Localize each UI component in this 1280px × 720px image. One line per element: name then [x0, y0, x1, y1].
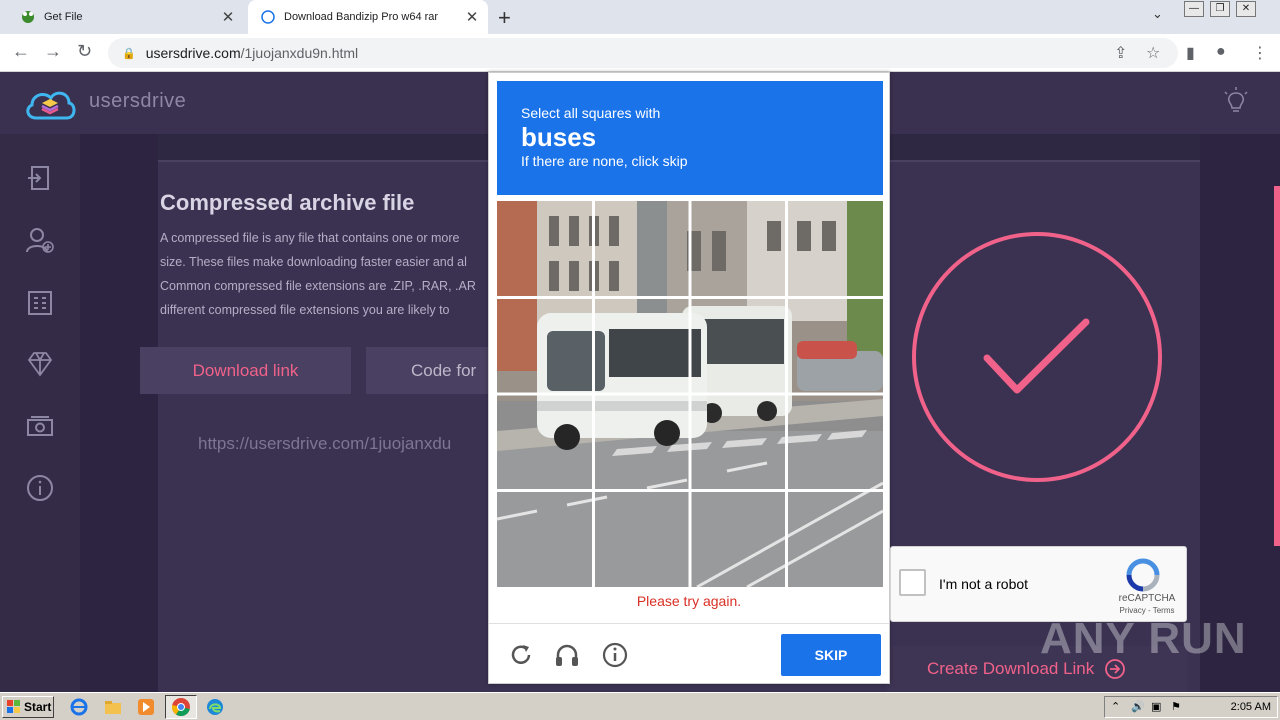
close-window-button[interactable]: ✕ — [1236, 1, 1256, 17]
profile-icon[interactable]: ● — [1216, 43, 1226, 61]
captcha-hint-text: If there are none, click skip — [521, 153, 688, 169]
restore-button[interactable]: ❐ — [1210, 1, 1230, 17]
money-icon[interactable] — [26, 412, 54, 440]
lightbulb-icon[interactable] — [1222, 87, 1250, 117]
clock[interactable]: 2:05 AM — [1231, 701, 1271, 713]
add-user-icon[interactable] — [26, 226, 54, 254]
recaptcha-widget: I'm not a robot reCAPTCHA Privacy - Term… — [890, 546, 1187, 622]
diamond-icon[interactable] — [26, 350, 54, 378]
captcha-footer: SKIP — [489, 623, 889, 684]
chevron-down-icon[interactable]: ⌄ — [1152, 6, 1163, 22]
windows-flag-icon — [7, 700, 20, 713]
link-url-text[interactable]: https://usersdrive.com/1juojanxdu — [198, 434, 451, 454]
folder-icon[interactable] — [104, 698, 122, 716]
captcha-instruction-text: Select all squares with — [521, 105, 661, 121]
lock-icon: 🔒 — [122, 47, 136, 60]
headphones-icon[interactable] — [553, 641, 581, 669]
star-icon[interactable]: ☆ — [1146, 43, 1160, 63]
chrome-taskbar-button[interactable] — [165, 695, 197, 719]
reload-icon[interactable] — [507, 641, 535, 669]
system-tray: ⌃ 🔊 ▣ ⚑ 2:05 AM — [1104, 696, 1278, 718]
captcha-image-grid[interactable] — [497, 201, 883, 587]
skip-button[interactable]: SKIP — [781, 634, 881, 676]
back-arrow-icon[interactable]: ← — [12, 41, 30, 62]
start-label: Start — [24, 700, 52, 714]
tab-download-bandizip[interactable]: Download Bandizip Pro w64 rar ✕ — [248, 0, 488, 34]
tab-title: Download Bandizip Pro w64 rar — [284, 11, 439, 23]
url-field[interactable]: 🔒 usersdrive.com/1juojanxdu9n.html — [108, 38, 1178, 68]
captcha-target-text: buses — [521, 122, 597, 152]
flag-icon[interactable]: ⚑ — [1171, 700, 1181, 713]
windows-taskbar: Start ⌃ 🔊 ▣ ⚑ 2:05 AM — [0, 692, 1280, 720]
url-host: usersdrive.com — [145, 45, 241, 61]
network-icon[interactable]: ▣ — [1151, 700, 1161, 713]
page-heading: Compressed archive file — [160, 190, 415, 215]
not-a-robot-checkbox[interactable] — [899, 569, 926, 596]
paragraph-line: different compressed file extensions you… — [160, 303, 450, 317]
download-link-tab[interactable]: Download link — [140, 347, 351, 394]
share-icon[interactable]: ⇪ — [1114, 43, 1127, 63]
volume-icon[interactable]: 🔊 — [1131, 700, 1145, 713]
recaptcha-brand: reCAPTCHA — [1118, 593, 1176, 604]
not-a-robot-label: I'm not a robot — [939, 576, 1029, 592]
cloud-logo-icon — [26, 91, 76, 120]
minimize-button[interactable]: — — [1184, 1, 1204, 17]
new-tab-button[interactable]: + — [498, 5, 511, 31]
description-paragraph: A compressed file is any file that conta… — [160, 226, 500, 322]
street-scene-image — [497, 201, 883, 587]
sidebar — [0, 134, 80, 692]
ie-icon[interactable] — [70, 698, 88, 716]
info-icon[interactable] — [601, 641, 629, 669]
building-icon[interactable] — [26, 288, 54, 316]
recaptcha-logo-icon — [1126, 558, 1160, 592]
sidepanel-icon[interactable]: ▮ — [1186, 43, 1195, 63]
edge-icon[interactable] — [206, 698, 224, 716]
page-scrollbar[interactable] — [1274, 186, 1280, 546]
captcha-error-message: Please try again. — [636, 593, 742, 609]
paragraph-line: size. These files make downloading faste… — [160, 255, 467, 269]
media-player-icon[interactable] — [137, 698, 155, 716]
start-button[interactable]: Start — [2, 696, 54, 718]
captcha-challenge-dialog: Select all squares with buses If there a… — [488, 72, 890, 684]
chrome-icon — [171, 698, 190, 717]
forward-arrow-icon[interactable]: → — [44, 41, 62, 62]
browser-tab-strip: Get File ✕ Download Bandizip Pro w64 rar… — [0, 0, 1280, 34]
tab-title: Get File — [44, 11, 83, 23]
frog-favicon-icon — [22, 11, 34, 23]
info-icon[interactable] — [26, 474, 54, 502]
check-circle-icon — [912, 232, 1162, 482]
reload-icon[interactable]: ↻ — [77, 41, 92, 62]
menu-icon[interactable]: ⋮ — [1252, 43, 1268, 63]
chevron-up-icon[interactable]: ⌃ — [1111, 700, 1120, 713]
paragraph-line: Common compressed file extensions are .Z… — [160, 279, 476, 293]
captcha-instructions: Select all squares with buses If there a… — [497, 81, 883, 195]
address-bar-row: ← → ↻ 🔒 usersdrive.com/1juojanxdu9n.html… — [0, 34, 1280, 72]
url-path: /1juojanxdu9n.html — [240, 45, 359, 61]
tab-get-file[interactable]: Get File ✕ — [8, 0, 244, 34]
paragraph-line: A compressed file is any file that conta… — [160, 231, 460, 245]
close-icon[interactable]: ✕ — [218, 8, 238, 26]
login-icon[interactable] — [26, 164, 54, 192]
loading-favicon-icon — [261, 10, 275, 24]
site-name[interactable]: usersdrive — [89, 90, 186, 113]
close-icon[interactable]: ✕ — [462, 8, 482, 26]
anyrun-watermark: ANY RUN — [1040, 614, 1247, 663]
